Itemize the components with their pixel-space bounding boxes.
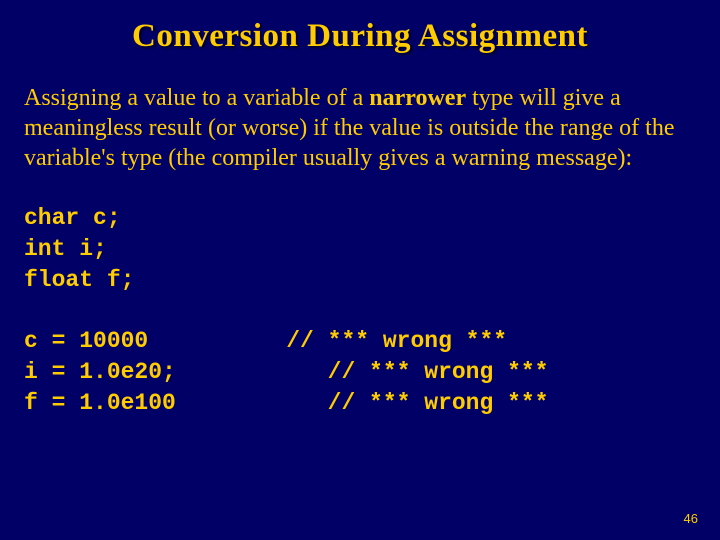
code-assignments: c = 10000 // *** wrong *** i = 1.0e20; /… [24,326,696,419]
slide: Conversion During Assignment Assigning a… [0,0,720,540]
page-number: 46 [684,511,698,526]
slide-title: Conversion During Assignment [24,18,696,55]
code-declarations: char c; int i; float f; [24,203,696,296]
body-paragraph: Assigning a value to a variable of a nar… [24,83,696,173]
paragraph-text-pre: Assigning a value to a variable of a [24,85,369,111]
paragraph-bold-word: narrower [369,85,466,111]
